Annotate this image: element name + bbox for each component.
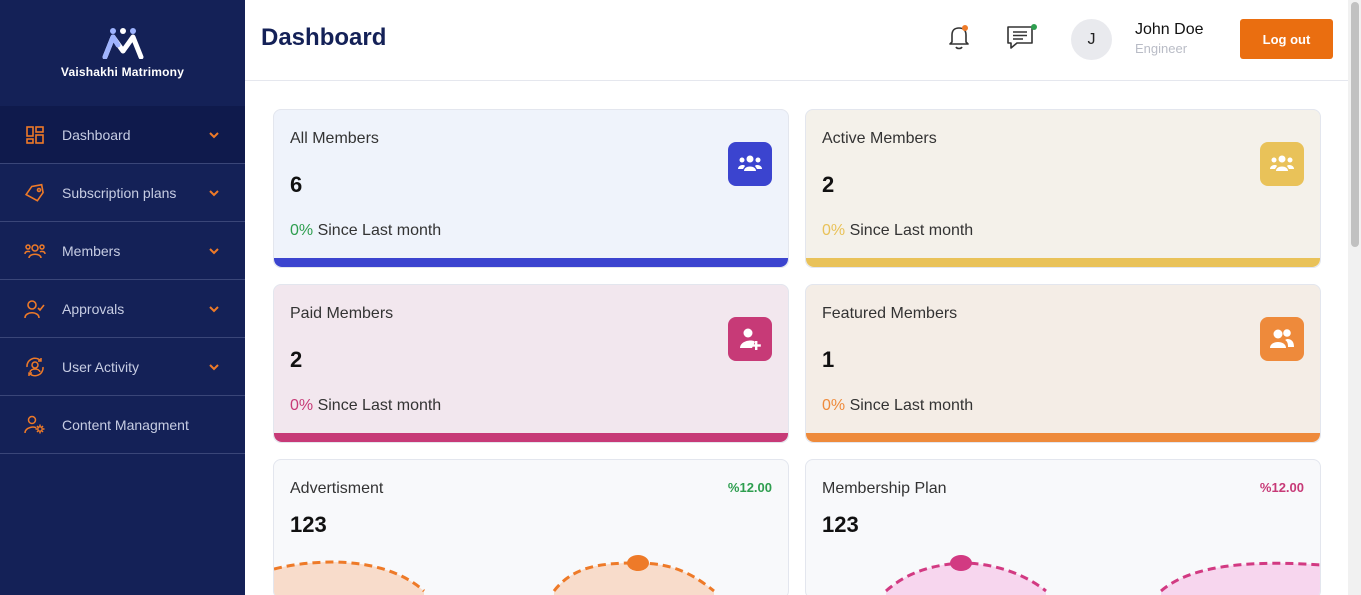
stat-card-paid-members[interactable]: Paid Members 2 0% Since Last month (273, 284, 789, 443)
users-pair-icon (1260, 317, 1304, 361)
panel-percent: %12.00 (1259, 480, 1304, 495)
card-since: 0% Since Last month (290, 397, 441, 415)
scroll-thumb[interactable] (1351, 2, 1359, 247)
chevron-down-icon (209, 363, 219, 370)
stat-card-all-members[interactable]: All Members 6 0% Since Last month (273, 109, 789, 268)
grid-icon (24, 124, 46, 146)
wave-graphic (884, 555, 1320, 595)
user-name: John Doe (1135, 21, 1204, 38)
users-group-icon (728, 142, 772, 186)
chevron-down-icon (209, 131, 219, 138)
card-accent-bar (274, 433, 788, 442)
page-title: Dashboard (261, 24, 387, 51)
tag-icon (24, 182, 46, 204)
chevron-down-icon (209, 305, 219, 312)
users-group-icon (1260, 142, 1304, 186)
card-value: 1 (822, 347, 835, 372)
card-since-label: Since Last month (849, 222, 974, 239)
card-percent: 0% (290, 397, 314, 414)
stat-panel-advertisment[interactable]: Advertisment 123 %12.00 (273, 459, 789, 595)
card-value: 2 (290, 347, 303, 372)
user-sync-icon (24, 356, 46, 378)
sidebar-item-approvals[interactable]: Approvals (0, 280, 245, 338)
panel-title: Membership Plan (822, 480, 947, 497)
wave-graphic (274, 555, 715, 595)
bell-icon[interactable] (945, 22, 973, 52)
card-title: Featured Members (822, 305, 958, 322)
user-plus-icon (728, 317, 772, 361)
card-percent: 0% (822, 397, 846, 414)
sidebar-item-subscription-plans[interactable]: Subscription plans (0, 164, 245, 222)
card-title: Active Members (822, 130, 937, 147)
card-since: 0% Since Last month (290, 222, 441, 240)
scrollbar[interactable] (1348, 0, 1361, 595)
sidebar-item-label: Members (62, 242, 121, 259)
chat-icon[interactable] (1005, 22, 1039, 52)
top-header: Dashboard J John Doe Engineer Log out (245, 0, 1348, 81)
sidebar-item-label: User Activity (62, 358, 140, 375)
sidebar-item-label: Approvals (62, 300, 125, 317)
card-since: 0% Since Last month (822, 397, 973, 415)
chevron-down-icon (209, 247, 219, 254)
stat-card-featured-members[interactable]: Featured Members 1 0% Since Last month (805, 284, 1321, 443)
users-icon (24, 240, 46, 262)
user-role: Engineer (1135, 41, 1188, 56)
sidebar-item-label: Content Managment (62, 416, 189, 433)
card-since-label: Since Last month (317, 222, 442, 239)
stat-card-active-members[interactable]: Active Members 2 0% Since Last month (805, 109, 1321, 268)
user-gear-icon (24, 414, 46, 436)
logo-icon (102, 28, 143, 59)
sidebar: Vaishakhi Matrimony Dashboard Subscripti… (0, 0, 245, 595)
panel-value: 123 (290, 512, 327, 537)
card-title: Paid Members (290, 305, 394, 322)
user-check-icon (24, 298, 46, 320)
card-percent: 0% (290, 222, 314, 239)
sidebar-item-content-managment[interactable]: Content Managment (0, 396, 245, 454)
stat-panel-membership-plan[interactable]: Membership Plan 123 %12.00 (805, 459, 1321, 595)
logout-button[interactable]: Log out (1240, 19, 1333, 59)
card-since-label: Since Last month (849, 397, 974, 414)
avatar[interactable]: J (1071, 19, 1112, 60)
sidebar-item-members[interactable]: Members (0, 222, 245, 280)
card-since: 0% Since Last month (822, 222, 973, 240)
chevron-down-icon (209, 189, 219, 196)
card-value: 6 (290, 172, 303, 197)
card-percent: 0% (822, 222, 846, 239)
sidebar-item-label: Subscription plans (62, 184, 177, 201)
card-accent-bar (806, 433, 1320, 442)
card-value: 2 (822, 172, 835, 197)
card-title: All Members (290, 130, 379, 147)
sidebar-item-label: Dashboard (62, 126, 131, 143)
app: Vaishakhi Matrimony Dashboard Subscripti… (0, 0, 1361, 595)
brand-name: Vaishakhi Matrimony (60, 65, 185, 79)
card-accent-bar (274, 258, 788, 267)
brand[interactable]: Vaishakhi Matrimony (0, 0, 245, 106)
panel-percent: %12.00 (727, 480, 772, 495)
card-since-label: Since Last month (317, 397, 442, 414)
panel-value: 123 (822, 512, 859, 537)
sidebar-item-dashboard[interactable]: Dashboard (0, 106, 245, 164)
card-accent-bar (806, 258, 1320, 267)
sidebar-item-user-activity[interactable]: User Activity (0, 338, 245, 396)
panel-title: Advertisment (290, 480, 384, 497)
